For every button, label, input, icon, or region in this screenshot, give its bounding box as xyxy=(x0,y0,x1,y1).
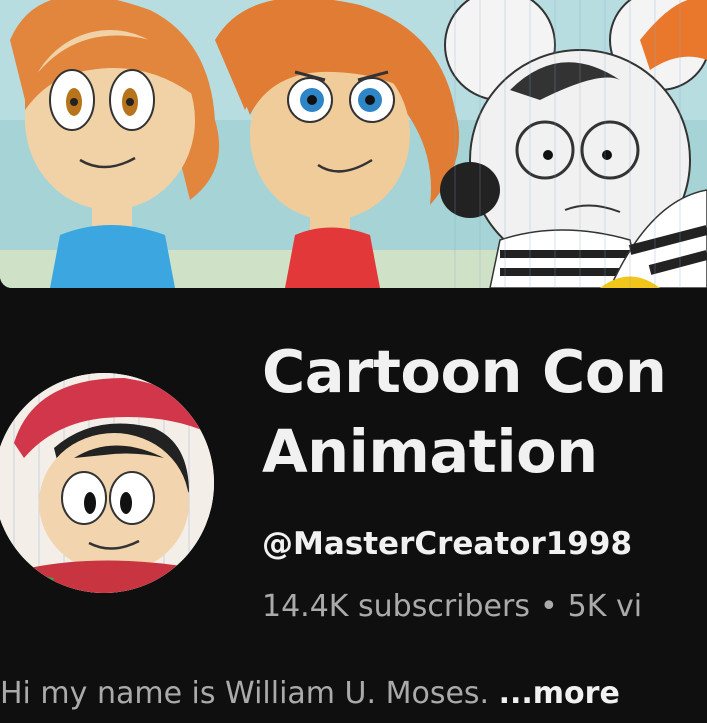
description-text: Hi my name is William U. Moses. xyxy=(0,676,499,711)
channel-avatar[interactable] xyxy=(0,373,214,593)
channel-title: Cartoon Con Animation xyxy=(262,337,667,486)
more-link[interactable]: ...more xyxy=(499,676,620,711)
channel-stats: 14.4K subscribers • 5K vi xyxy=(262,589,707,624)
channel-handle[interactable]: @MasterCreator1998 xyxy=(262,526,632,562)
avatar-artwork xyxy=(0,373,214,593)
separator-dot: • xyxy=(539,589,558,624)
channel-header: Cartoon Con Animation xyxy=(262,332,707,492)
banner-artwork xyxy=(0,0,707,288)
video-count: 5K vi xyxy=(567,589,643,624)
subscriber-count: 14.4K subscribers xyxy=(262,589,530,624)
channel-banner[interactable] xyxy=(0,0,707,288)
channel-description[interactable]: Hi my name is William U. Moses. ...more xyxy=(0,676,707,711)
